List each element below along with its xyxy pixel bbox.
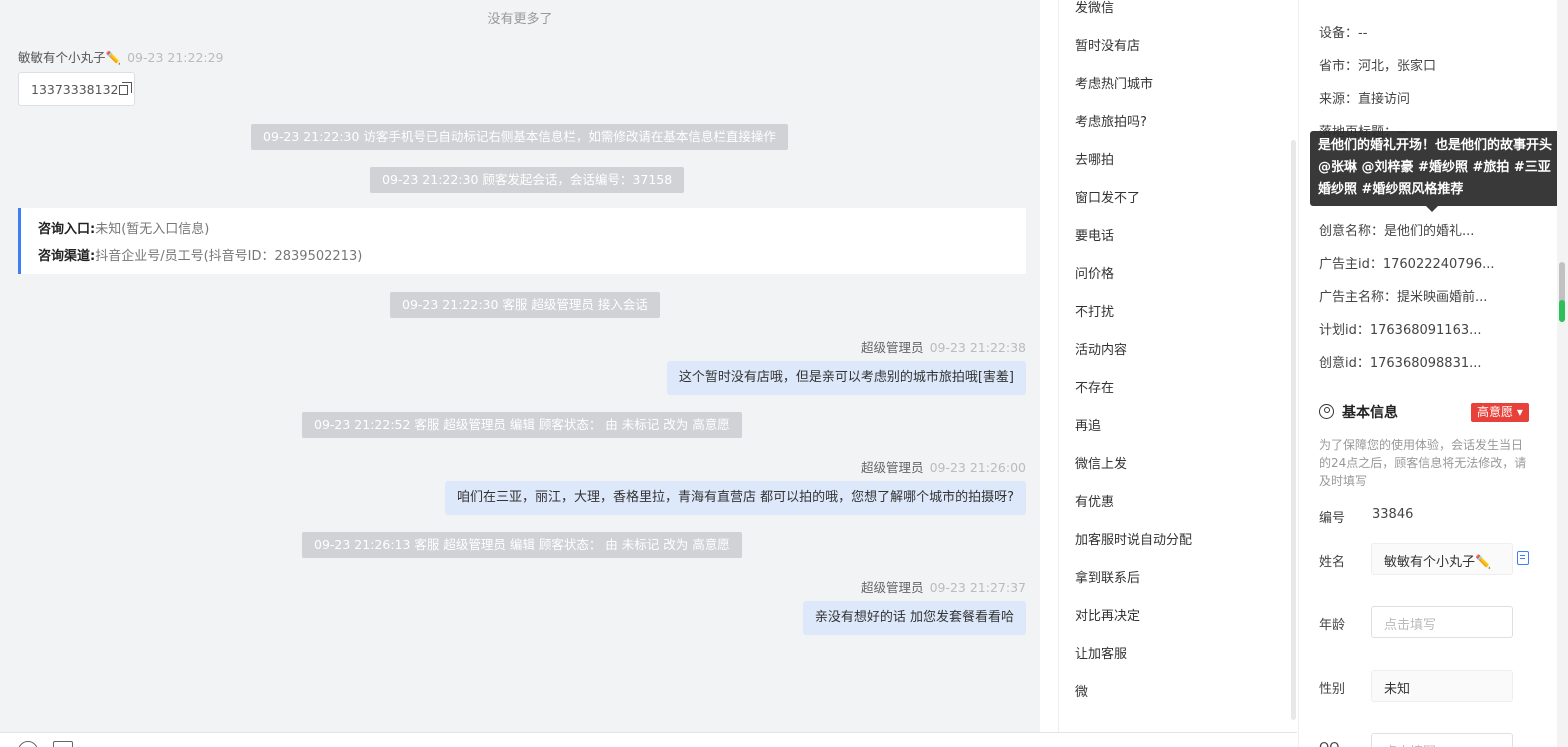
agent-message: 亲没有想好的话 加您发套餐看看哈: [802, 601, 1026, 635]
quick-reply-item[interactable]: 暂时没有店: [1075, 35, 1140, 54]
system-message: 09-23 21:22:52 客服 超级管理员 编辑 顾客状态： 由 未标记 改…: [302, 412, 742, 438]
qq-field[interactable]: 点击填写: [1371, 733, 1513, 747]
agent-header: 超级管理员 09-23 21:22:38: [861, 337, 1026, 356]
consult-info-card: 咨询入口:未知(暂无入口信息) 咨询渠道:抖音企业号/员工号(抖音号ID：283…: [18, 208, 1026, 274]
agent-message: 这个暂时没有店哦，但是亲可以考虑别的城市旅拍哦[害羞]: [666, 361, 1026, 395]
age-field[interactable]: 点击填写: [1371, 606, 1513, 638]
plan-id-info: 计划id：176368091163...: [1319, 323, 1482, 338]
quick-reply-item[interactable]: 去哪拍: [1075, 149, 1114, 168]
quick-reply-item[interactable]: 考虑旅拍吗?: [1075, 111, 1147, 130]
quick-reply-scrollbar[interactable]: [1291, 140, 1296, 720]
agent-header: 超级管理员 09-23 21:27:37: [861, 577, 1026, 596]
agent-time: 09-23 21:22:38: [929, 340, 1026, 355]
basic-info-title: 基本信息: [1319, 402, 1398, 422]
gender-label: 性别: [1319, 682, 1346, 697]
quick-reply-item[interactable]: 不打扰: [1075, 301, 1114, 320]
chat-area: 没有更多了 敏敏有个小丸子✏️ 09-23 21:22:29 1337333813…: [0, 0, 1040, 732]
quick-reply-item[interactable]: 有优惠: [1075, 491, 1114, 510]
quick-reply-item[interactable]: 微: [1075, 681, 1088, 700]
agent-name: 超级管理员: [861, 460, 924, 475]
basic-info-note: 为了保障您的使用体验，会话发生当日的24点之后，顾客信息将无法修改，请及时填写: [1319, 438, 1527, 488]
system-message: 09-23 21:26:13 客服 超级管理员 编辑 顾客状态： 由 未标记 改…: [302, 532, 742, 558]
visitor-phone: 13373338132: [31, 82, 119, 97]
agent-time: 09-23 21:26:00: [929, 460, 1026, 475]
system-message: 09-23 21:22:30 访客手机号已自动标记右侧基本信息栏，如需修改请在基…: [251, 124, 788, 150]
page-scrollbar[interactable]: [1557, 0, 1568, 747]
quick-reply-item[interactable]: 不存在: [1075, 377, 1114, 396]
agent-time: 09-23 21:27:37: [929, 580, 1026, 595]
quick-reply-item[interactable]: 考虑热门城市: [1075, 73, 1153, 92]
quick-reply-list: 发微信 暂时没有店 考虑热门城市 考虑旅拍吗? 去哪拍 窗口发不了 要电话 问价…: [1058, 0, 1290, 732]
consult-channel-value: 抖音企业号/员工号(抖音号ID：2839502213): [95, 249, 363, 264]
copy-icon[interactable]: [119, 82, 133, 95]
customer-info-panel: 设备：-- 省市：河北，张家口 来源：直接访问 落地页标题：-- 创意名称：是他…: [1298, 0, 1554, 747]
visitor-time: 09-23 21:22:29: [127, 50, 224, 65]
qq-label: QQ: [1319, 741, 1339, 747]
quick-reply-item[interactable]: 再追: [1075, 415, 1101, 434]
quick-reply-item[interactable]: 要电话: [1075, 225, 1114, 244]
quick-reply-item[interactable]: 让加客服: [1075, 643, 1127, 662]
device-info: 设备：--: [1319, 26, 1368, 41]
input-toolbar: [0, 732, 1297, 747]
quick-reply-item[interactable]: 问价格: [1075, 263, 1114, 282]
user-icon: [1319, 404, 1334, 419]
image-icon[interactable]: [53, 741, 73, 747]
advertiser-name-info: 广告主名称：提米映画婚前...: [1319, 290, 1488, 305]
age-label: 年龄: [1319, 618, 1346, 633]
advertiser-id-info: 广告主id：176022240796...: [1319, 257, 1495, 272]
quick-reply-item[interactable]: 拿到联系后: [1075, 567, 1140, 586]
consult-entry-value: 未知(暂无入口信息): [95, 222, 210, 237]
visitor-header: 敏敏有个小丸子✏️ 09-23 21:22:29: [18, 47, 224, 66]
province-info: 省市：河北，张家口: [1319, 59, 1437, 74]
intent-badge[interactable]: 高意愿 ▾: [1471, 403, 1529, 422]
id-value: 33846: [1372, 507, 1414, 522]
name-field[interactable]: 敏敏有个小丸子✏️: [1371, 543, 1513, 575]
system-message: 09-23 21:22:30 顾客发起会话，会话编号：37158: [370, 167, 685, 193]
copy-icon[interactable]: [1517, 551, 1529, 565]
agent-message: 咱们在三亚，丽江，大理，香格里拉，青海有直营店 都可以拍的哦，您想了解哪个城市的…: [444, 481, 1026, 515]
name-label: 姓名: [1319, 555, 1346, 570]
consult-entry-label: 咨询入口:: [38, 222, 96, 237]
creative-name-info: 创意名称：是他们的婚礼...: [1319, 224, 1475, 239]
scroll-indicator: [1559, 300, 1565, 322]
system-message: 09-23 21:22:30 客服 超级管理员 接入会话: [390, 292, 660, 318]
agent-name: 超级管理员: [861, 340, 924, 355]
quick-reply-item[interactable]: 对比再决定: [1075, 605, 1140, 624]
visitor-name: 敏敏有个小丸子✏️: [18, 50, 122, 65]
creative-id-info: 创意id：176368098831...: [1319, 356, 1482, 371]
no-more-text: 没有更多了: [487, 12, 553, 27]
emoji-icon[interactable]: [18, 741, 38, 747]
agent-header: 超级管理员 09-23 21:26:00: [861, 457, 1026, 476]
gender-field[interactable]: 未知: [1371, 670, 1513, 702]
id-label: 编号: [1319, 511, 1346, 526]
creative-name-tooltip: 是他们的婚礼开场！也是他们的故事开头@张琳 @刘梓豪 #婚纱照 #旅拍 #三亚婚…: [1310, 131, 1560, 212]
source-info: 来源：直接访问: [1319, 92, 1411, 107]
agent-name: 超级管理员: [861, 580, 924, 595]
consult-channel-label: 咨询渠道:: [38, 249, 96, 264]
visitor-phone-message[interactable]: 13373338132: [18, 72, 135, 106]
quick-reply-item[interactable]: 加客服时说自动分配: [1075, 529, 1192, 548]
quick-reply-item[interactable]: 微信上发: [1075, 453, 1127, 472]
quick-reply-item[interactable]: 发微信: [1075, 0, 1114, 16]
quick-reply-item[interactable]: 窗口发不了: [1075, 187, 1140, 206]
quick-reply-item[interactable]: 活动内容: [1075, 339, 1127, 358]
